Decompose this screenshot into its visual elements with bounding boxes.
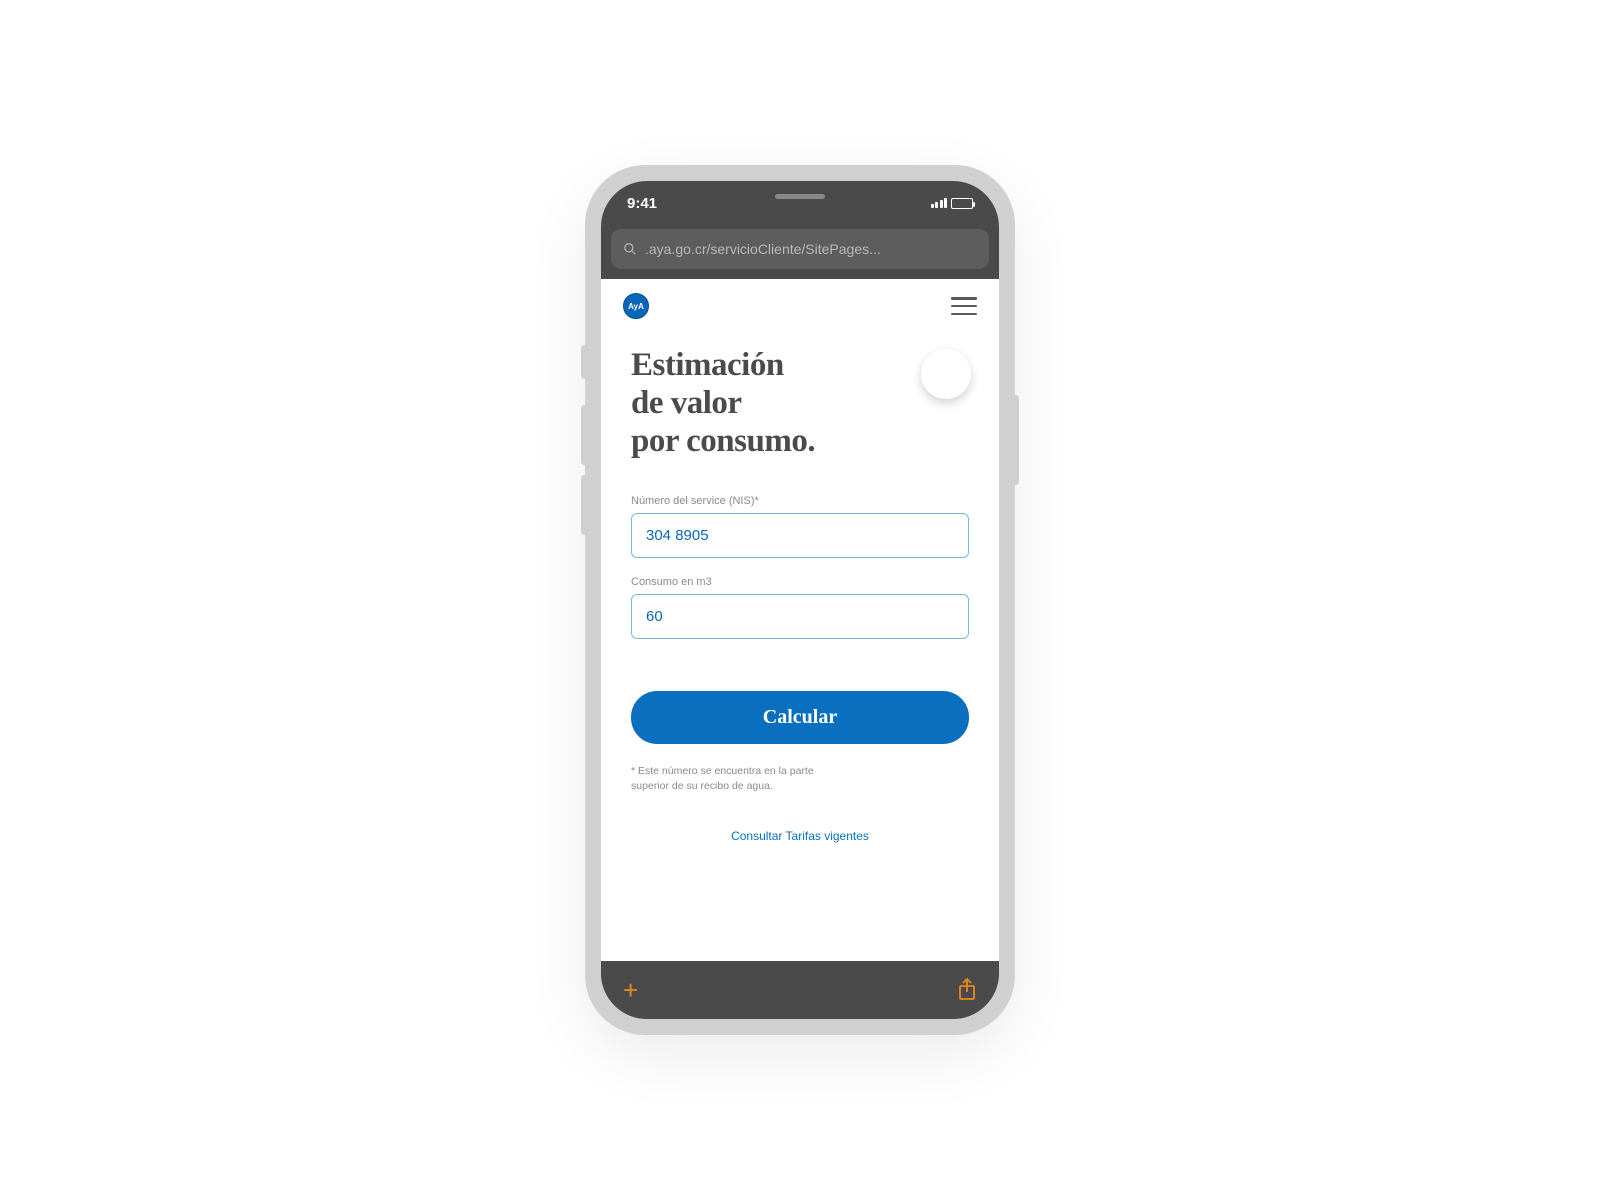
speaker-grille	[775, 194, 825, 199]
browser-bottom-bar: +	[601, 961, 999, 1019]
title-line: por consumo.	[631, 423, 815, 459]
battery-icon	[951, 198, 973, 209]
nis-label: Número del service (NIS)*	[631, 495, 969, 507]
screen: 9:41 .aya.go.cr/servicioCliente/SitePage…	[601, 181, 999, 1019]
side-button	[581, 475, 587, 535]
share-icon[interactable]	[957, 978, 977, 1002]
floating-action-button[interactable]	[921, 349, 971, 399]
page-title: Estimación de valor por consumo.	[631, 347, 969, 461]
side-button	[581, 405, 587, 465]
title-line: Estimación	[631, 347, 784, 383]
footnote-text: * Este número se encuentra en la parte s…	[631, 764, 851, 793]
logo-icon[interactable]: AyA	[623, 293, 649, 319]
tariff-link[interactable]: Consultar Tarifas vigentes	[631, 829, 969, 843]
phone-frame: 9:41 .aya.go.cr/servicioCliente/SitePage…	[585, 165, 1015, 1035]
side-button	[1013, 395, 1019, 485]
new-tab-icon[interactable]: +	[623, 975, 638, 1006]
status-time: 9:41	[627, 195, 687, 212]
url-text: .aya.go.cr/servicioCliente/SitePages...	[645, 241, 881, 257]
side-button	[581, 345, 587, 379]
estimation-form: Número del service (NIS)* Consumo en m3 …	[631, 495, 969, 843]
nis-input[interactable]	[631, 513, 969, 558]
title-line: de valor	[631, 385, 742, 421]
notch	[700, 181, 900, 211]
search-icon	[623, 242, 637, 256]
app-header: AyA	[601, 279, 999, 329]
consumo-label: Consumo en m3	[631, 576, 969, 588]
consumo-input[interactable]	[631, 594, 969, 639]
page-content: AyA Estimación de valor por consumo. Núm…	[601, 279, 999, 961]
browser-url-bar[interactable]: .aya.go.cr/servicioCliente/SitePages...	[611, 229, 989, 269]
calculate-button[interactable]: Calcular	[631, 691, 969, 744]
cellular-signal-icon	[931, 198, 948, 208]
menu-icon[interactable]	[951, 297, 977, 315]
